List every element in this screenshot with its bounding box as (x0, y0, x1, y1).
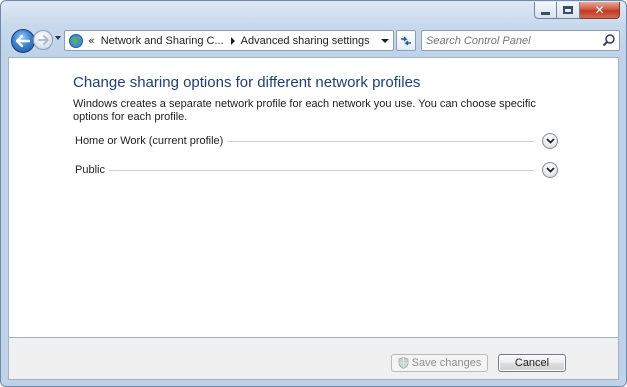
search-box[interactable] (421, 30, 620, 51)
network-icon (69, 33, 83, 48)
address-bar[interactable]: « Network and Sharing C... Advanced shar… (64, 30, 394, 51)
back-button[interactable] (11, 29, 35, 53)
refresh-icon (401, 36, 411, 45)
profile-home-or-work[interactable]: Home or Work (current profile) (75, 133, 558, 149)
address-overflow-chevron[interactable]: « (88, 34, 95, 47)
breadcrumb-advanced-sharing[interactable]: Advanced sharing settings (241, 35, 370, 47)
shield-icon (398, 357, 409, 369)
search-input[interactable] (426, 33, 596, 48)
close-button[interactable]: ✕ (580, 2, 620, 19)
save-changes-button[interactable]: Save changes (391, 354, 488, 372)
profile-public[interactable]: Public (75, 162, 558, 178)
save-changes-label: Save changes (411, 357, 482, 369)
recent-pages-dropdown[interactable] (55, 36, 61, 40)
button-bar: Save changes Cancel (8, 338, 619, 380)
minimize-icon (541, 11, 550, 15)
cancel-label: Cancel (514, 357, 550, 369)
window: ✕ « Network and Sharing C... Advanced sh… (0, 0, 627, 387)
chevron-down-icon (545, 138, 555, 144)
divider (108, 170, 534, 171)
close-icon: ✕ (594, 3, 605, 17)
forward-arrow-icon (37, 35, 49, 45)
search-icon[interactable] (602, 33, 616, 47)
refresh-button[interactable] (396, 30, 416, 51)
address-dropdown-button[interactable] (377, 31, 393, 50)
back-arrow-icon (16, 35, 30, 47)
chevron-down-icon (381, 38, 389, 43)
breadcrumb-separator-icon[interactable] (230, 36, 235, 45)
profile-label: Public (75, 164, 105, 176)
content-pane: Change sharing options for different net… (8, 57, 619, 338)
maximize-button[interactable] (557, 2, 580, 19)
divider (227, 141, 534, 142)
cancel-button[interactable]: Cancel (498, 354, 566, 372)
forward-button[interactable] (33, 30, 53, 50)
maximize-icon (563, 6, 573, 14)
page-description: Windows creates a separate network profi… (73, 98, 536, 123)
minimize-button[interactable] (534, 2, 557, 19)
page-title: Change sharing options for different net… (73, 74, 421, 91)
chevron-down-icon (545, 167, 555, 173)
expand-button[interactable] (542, 162, 558, 178)
breadcrumb-network-and-sharing[interactable]: Network and Sharing C... (101, 35, 224, 47)
navigation-bar: « Network and Sharing C... Advanced shar… (9, 28, 620, 53)
caption-buttons: ✕ (534, 2, 620, 19)
profile-label: Home or Work (current profile) (75, 135, 224, 147)
expand-button[interactable] (542, 133, 558, 149)
